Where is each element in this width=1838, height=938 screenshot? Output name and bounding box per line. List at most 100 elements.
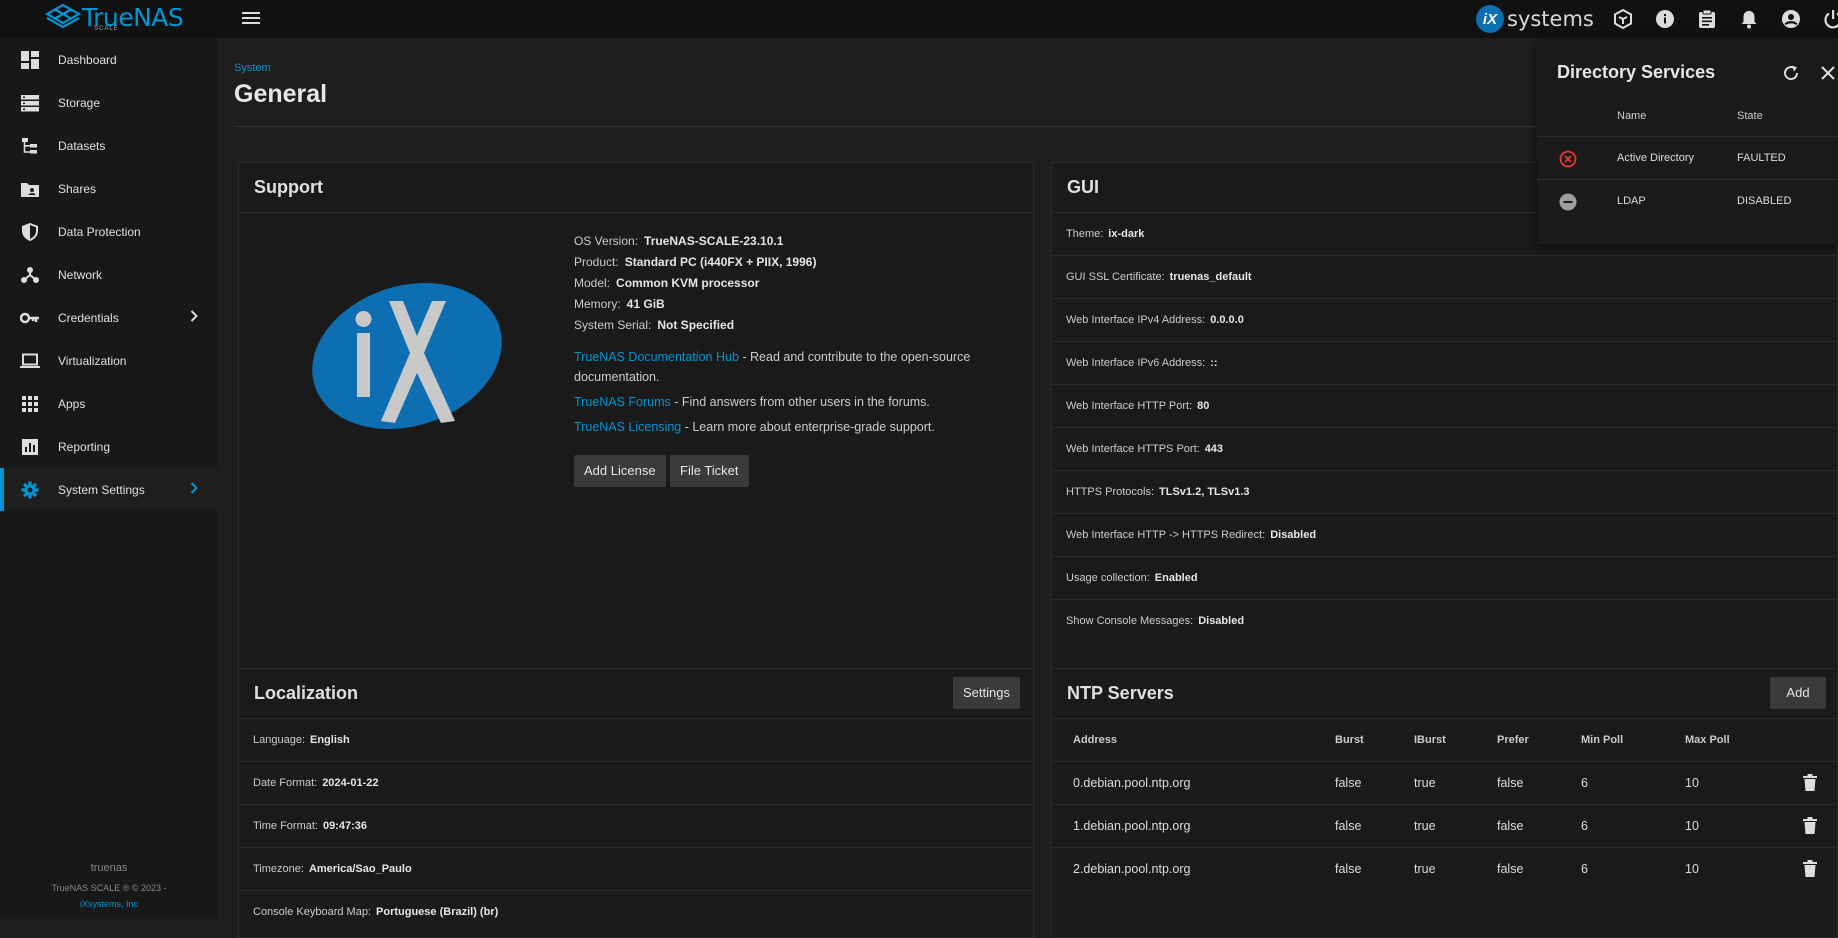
ix-logo-image <box>307 281 507 436</box>
shield-icon <box>20 222 40 242</box>
row-value: America/Sao_Paulo <box>308 863 412 875</box>
apps-icon <box>20 394 40 414</box>
table-row[interactable]: Active Directory FAULTED <box>1537 136 1838 179</box>
sidebar-item-label: Credentials <box>58 310 119 325</box>
ntp-address: 0.debian.pool.ntp.org <box>1073 776 1191 790</box>
ntp-burst: false <box>1335 819 1362 833</box>
support-links: TrueNAS Documentation Hub - Read and con… <box>574 347 974 442</box>
sidebar-item-label: Datasets <box>58 138 106 153</box>
directory-services-panel: Directory Services Name State Active Dir… <box>1537 40 1838 244</box>
os-version-label: OS Version: <box>574 234 639 248</box>
row-value: truenas_default <box>1169 271 1252 283</box>
truenas-logo[interactable]: TrueNAS SCALE <box>44 2 184 32</box>
column-header[interactable]: IBurst <box>1414 719 1446 761</box>
gui-https-protocols-row: HTTPS Protocols: TLSv1.2, TLSv1.3 <box>1052 471 1837 514</box>
sidebar-item-shares[interactable]: Shares <box>0 167 218 210</box>
product-label: Product: <box>574 255 619 269</box>
row-value: 443 <box>1204 443 1224 455</box>
delete-icon[interactable] <box>1803 860 1817 880</box>
forums-link[interactable]: TrueNAS Forums <box>574 395 671 409</box>
add-license-button[interactable]: Add License <box>574 455 666 487</box>
column-header[interactable]: Address <box>1073 719 1117 761</box>
sidebar-item-credentials[interactable]: Credentials <box>0 296 218 339</box>
close-icon[interactable] <box>1820 65 1836 86</box>
sidebar-item-reporting[interactable]: Reporting <box>0 425 218 468</box>
refresh-icon[interactable] <box>1782 64 1800 87</box>
licensing-link[interactable]: TrueNAS Licensing <box>574 420 681 434</box>
table-row[interactable]: 0.debian.pool.ntp.org false true false 6… <box>1052 761 1837 804</box>
ntp-iburst: true <box>1414 776 1436 790</box>
disabled-icon <box>1559 193 1577 214</box>
menu-toggle-icon[interactable] <box>240 9 262 27</box>
delete-icon[interactable] <box>1803 817 1817 837</box>
breadcrumb[interactable]: System <box>234 62 271 74</box>
memory-label: Memory: <box>574 297 621 311</box>
ixsystems-link[interactable]: iXsystems, Inc <box>0 899 218 909</box>
language-row: Language: English <box>239 719 1033 762</box>
ntp-address: 2.debian.pool.ntp.org <box>1073 862 1191 876</box>
power-icon[interactable] <box>1822 8 1838 30</box>
ntp-iburst: true <box>1414 862 1436 876</box>
serial-label: System Serial: <box>574 318 652 332</box>
documentation-hub-link[interactable]: TrueNAS Documentation Hub <box>574 350 739 364</box>
memory-row: Memory: 41 GiB <box>574 294 816 315</box>
row-label: Web Interface IPv6 Address: <box>1066 357 1206 369</box>
key-icon <box>20 308 40 328</box>
divider <box>239 212 1033 213</box>
sidebar-hostname: truenas <box>90 862 128 874</box>
row-label: Web Interface HTTP Port: <box>1066 400 1193 412</box>
sidebar-item-label: Virtualization <box>58 353 127 368</box>
row-label: Language: <box>253 734 305 746</box>
chevron-right-icon <box>190 310 198 325</box>
ntp-add-button[interactable]: Add <box>1770 677 1826 709</box>
column-header[interactable]: Prefer <box>1497 719 1529 761</box>
bell-icon[interactable] <box>1738 8 1760 30</box>
sidebar-item-virtualization[interactable]: Virtualization <box>0 339 218 382</box>
table-row[interactable]: 1.debian.pool.ntp.org false true false 6… <box>1052 804 1837 847</box>
forums-text: - Find answers from other users in the f… <box>670 395 930 409</box>
row-label: Theme: <box>1066 228 1104 240</box>
account-icon[interactable] <box>1780 8 1802 30</box>
table-row[interactable]: 2.debian.pool.ntp.org false true false 6… <box>1052 847 1837 890</box>
sidebar-item-storage[interactable]: Storage <box>0 81 218 124</box>
gui-ssl-row: GUI SSL Certificate: truenas_default <box>1052 256 1837 299</box>
localization-settings-button[interactable]: Settings <box>953 677 1020 709</box>
ntp-prefer: false <box>1497 862 1524 876</box>
row-label: Time Format: <box>253 820 318 832</box>
gear-icon <box>20 480 40 500</box>
column-header[interactable]: Min Poll <box>1581 719 1623 761</box>
ntp-max-poll: 10 <box>1685 776 1699 790</box>
sidebar-item-label: Data Protection <box>58 224 141 239</box>
model-value: Common KVM processor <box>616 276 760 290</box>
os-version-value: TrueNAS-SCALE-23.10.1 <box>644 234 784 248</box>
ixsystems-brand[interactable]: iX systems <box>1476 5 1594 33</box>
gui-https-port-row: Web Interface HTTPS Port: 443 <box>1052 428 1837 471</box>
row-value: 09:47:36 <box>323 820 368 832</box>
truecommand-icon[interactable] <box>1612 8 1634 30</box>
ntp-prefer: false <box>1497 819 1524 833</box>
row-label: Web Interface IPv4 Address: <box>1066 314 1206 326</box>
sidebar-item-label: Shares <box>58 181 97 196</box>
delete-icon[interactable] <box>1803 774 1817 794</box>
jobs-clipboard-icon[interactable] <box>1696 8 1718 30</box>
sidebar-item-dashboard[interactable]: Dashboard <box>0 38 218 81</box>
sidebar-item-apps[interactable]: Apps <box>0 382 218 425</box>
info-icon[interactable] <box>1654 8 1676 30</box>
column-header[interactable]: Max Poll <box>1685 719 1730 761</box>
column-header[interactable]: Burst <box>1335 719 1364 761</box>
column-header: State <box>1737 110 1763 122</box>
file-ticket-button[interactable]: File Ticket <box>670 455 749 487</box>
ntp-min-poll: 6 <box>1581 862 1588 876</box>
sidebar-item-system-settings[interactable]: System Settings <box>0 468 218 511</box>
ntp-max-poll: 10 <box>1685 862 1699 876</box>
sidebar-item-network[interactable]: Network <box>0 253 218 296</box>
ntp-burst: false <box>1335 862 1362 876</box>
ntp-iburst: true <box>1414 819 1436 833</box>
model-label: Model: <box>574 276 611 290</box>
table-row[interactable]: LDAP DISABLED <box>1537 179 1838 222</box>
sidebar-item-data-protection[interactable]: Data Protection <box>0 210 218 253</box>
serial-row: System Serial: Not Specified <box>574 315 816 336</box>
ntp-table-header: Address Burst IBurst Prefer Min Poll Max… <box>1052 719 1837 761</box>
sidebar-item-datasets[interactable]: Datasets <box>0 124 218 167</box>
row-label: HTTPS Protocols: <box>1066 486 1155 498</box>
